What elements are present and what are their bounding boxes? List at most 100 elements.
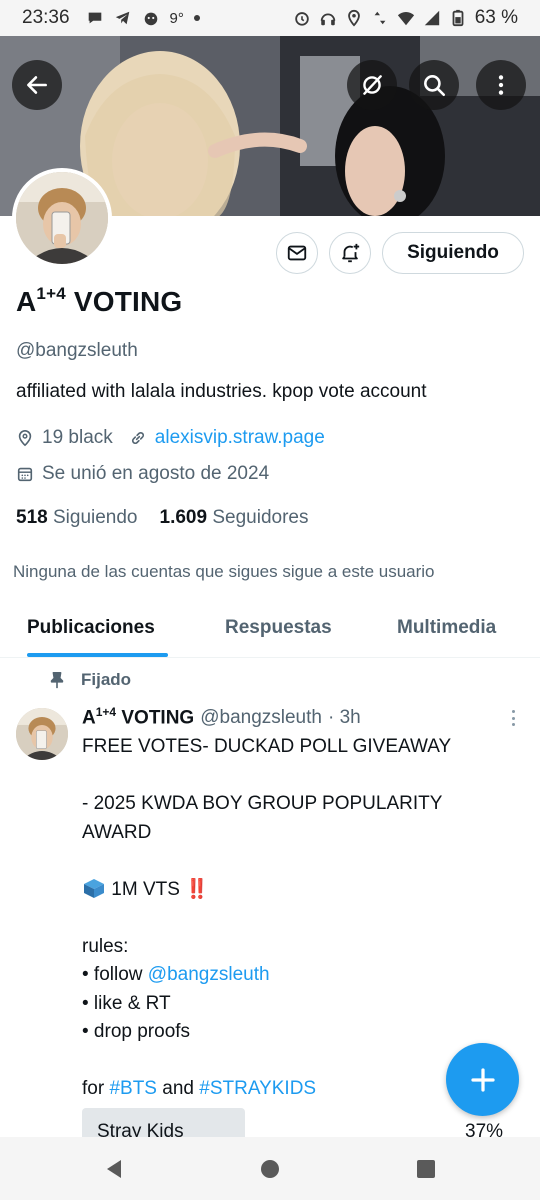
tweet-author-name[interactable]: A1+4 VOTING [82,705,194,729]
followers-count: 1.609 [159,507,208,528]
tweet-text: FREE VOTES- DUCKAD POLL GIVEAWAY - 2025 … [82,733,502,1104]
tweet-line: - 2025 KWDA BOY GROUP POPULARITY [82,793,443,814]
square-recents-icon [417,1160,435,1178]
nav-recents-button[interactable] [414,1157,438,1181]
tweet-line: rules: [82,935,129,957]
mention-link[interactable]: @bangzsleuth [148,964,270,985]
location-icon [345,9,363,27]
tweet-timestamp: · 3h [327,707,361,729]
votes-amount: 1M VTS [106,878,186,900]
for-text: for [82,1078,110,1099]
envelope-icon [287,245,307,261]
vertical-dots-icon [498,75,504,95]
grok-icon [363,75,382,95]
display-name-rest: VOTING [65,286,183,317]
pinned-label: Fijado [48,670,131,690]
link-icon [131,431,144,445]
tweet-votes-line: 1M VTS ‼️ [82,876,502,905]
clock: 23:36 [22,7,70,28]
tweet-author-name-base: A [82,707,96,729]
notification-dot-icon [193,15,200,21]
compose-button[interactable] [446,1043,519,1116]
following-count: 518 [16,507,48,528]
follow-counts: 518 Siguiendo 1.609 Seguidores [16,507,308,529]
grok-button[interactable] [347,60,397,110]
telegram-icon [114,9,132,27]
battery-percent: 63 % [474,7,518,28]
calendar-icon [17,467,33,482]
profile-location: 19 black [42,427,113,448]
profile-bio: affiliated with lalala industries. kpop … [16,381,427,402]
dot-icon [511,710,515,713]
system-nav-bar [0,1137,540,1200]
profile-meta-location-website: 19 black alexisvip.straw.page [16,427,325,449]
circle-home-icon [261,1160,279,1178]
profile-tabs: Publicaciones Respuestas Multimedia [0,600,540,658]
nav-home-button[interactable] [258,1157,282,1181]
tweet-rule-follow: • follow @bangzsleuth [82,961,502,990]
tweet-line: FREE VOTES- DUCKAD POLL GIVEAWAY [82,736,452,757]
chat-bubble-icon [86,9,104,27]
tweet-author-handle: @bangzsleuth [200,707,322,729]
tab-respuestas[interactable]: Respuestas [225,617,332,639]
tab-publicaciones[interactable]: Publicaciones [27,617,155,639]
plus-icon [470,1067,495,1092]
dog-face-icon [142,9,160,27]
triangle-back-icon [107,1160,121,1178]
profile-avatar[interactable] [12,168,112,268]
pinned-text: Fijado [81,670,132,689]
dot-icon [511,723,515,726]
following-link[interactable]: 518 Siguiendo [16,507,138,529]
search-icon [424,75,446,97]
nav-back-button[interactable] [102,1157,126,1181]
tweet-more-button[interactable] [506,708,520,728]
hashtag-bts-link[interactable]: #BTS [109,1078,157,1099]
tweet-hashtags-line: for #BTS and #STRAYKIDS [82,1075,502,1104]
message-button[interactable] [276,232,318,274]
location-pin-icon [18,429,32,447]
followers-label: Seguidores [212,507,309,528]
and-text: and [156,1078,200,1099]
more-options-button[interactable] [476,60,526,110]
tweet-header: A1+4 VOTING @bangzsleuth · 3h [82,705,361,729]
following-button[interactable]: Siguiendo [382,232,524,274]
followers-link[interactable]: 1.609 Seguidores [160,507,309,529]
display-name-superscript: 1+4 [36,284,66,303]
no-mutual-followers-note: Ninguna de las cuentas que sigues sigue … [13,562,435,581]
alarm-icon [293,9,311,27]
following-label: Siguiendo [52,507,138,528]
profile-joined-date: Se unió en agosto de 2024 [42,463,270,484]
signal-icon [423,9,441,27]
temperature: 9° [169,9,184,27]
avatar-photo [16,172,108,264]
notifications-button[interactable] [329,232,371,274]
tweet-line: • drop proofs [82,1021,191,1042]
tweet-line: • like & RT [82,992,171,1014]
active-tab-indicator [27,653,168,657]
rule-prefix: • follow [82,964,148,985]
back-button[interactable] [12,60,62,110]
display-name: A1+4 VOTING [16,284,183,318]
tab-multimedia[interactable]: Multimedia [397,617,496,639]
hashtag-straykids-link[interactable]: #STRAYKIDS [199,1078,316,1099]
tweet-author-avatar[interactable] [16,708,68,760]
tweet-author-name-rest: VOTING [116,707,195,729]
tweet-line: AWARD [82,821,152,843]
ballot-box-icon [84,878,104,898]
arrow-left-icon [27,76,47,94]
dot-icon [511,716,515,720]
tweet-avatar-photo [16,708,68,760]
display-name-base: A [16,286,37,317]
wifi-icon [397,9,415,27]
bell-plus-icon [342,243,360,263]
profile-website-link[interactable]: alexisvip.straw.page [155,427,325,449]
profile-handle: @bangzsleuth [16,340,138,361]
headphones-icon [319,9,337,27]
tweet-author-name-superscript: 1+4 [95,705,117,719]
double-exclamation-icon: ‼️ [185,878,209,900]
status-bar: 23:36 9° 63 % [0,0,540,36]
search-button[interactable] [409,60,459,110]
